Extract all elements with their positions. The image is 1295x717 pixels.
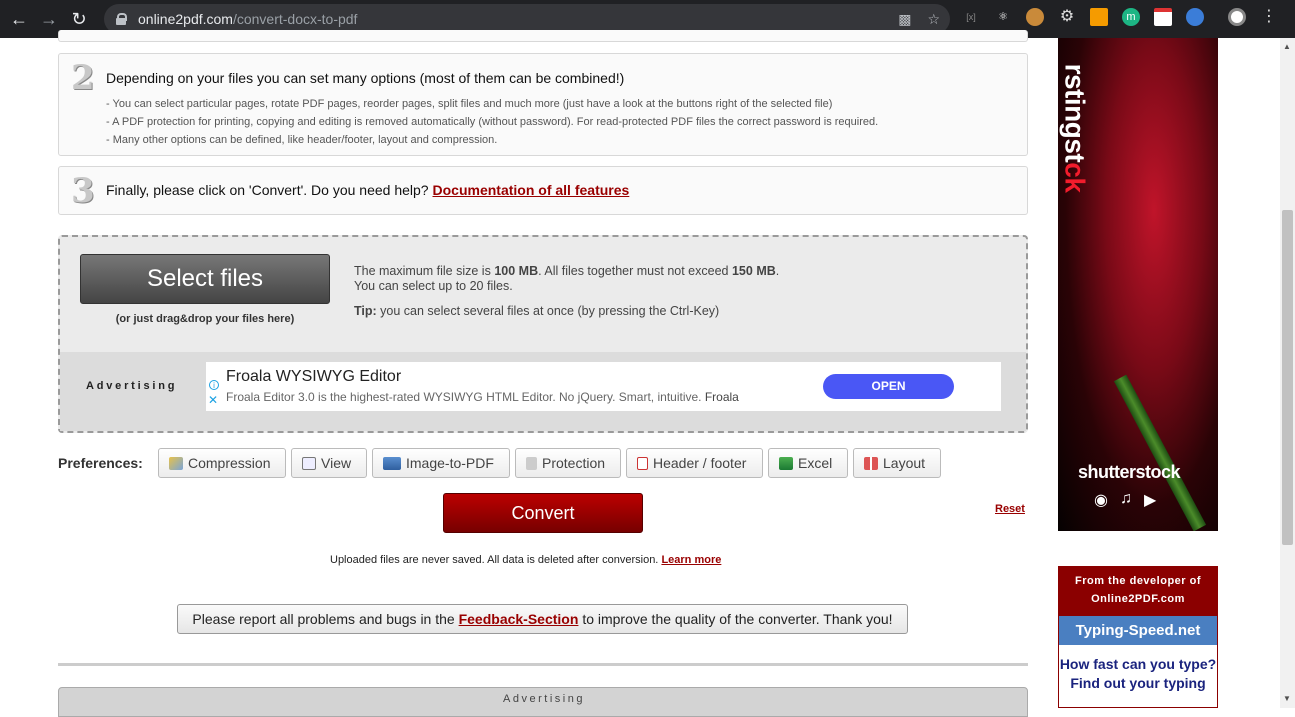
reload-icon[interactable]: ↻ [68,8,90,30]
step-3-box: 3 Finally, please click on 'Convert'. Do… [58,166,1028,215]
advertising-label: Advertising [503,693,585,705]
tip-info: Tip: you can select several files at onc… [354,304,720,318]
profile-avatar-icon[interactable] [1228,8,1246,26]
froala-ad[interactable]: i ✕ Froala WYSIWYG Editor Froala Editor … [206,362,1001,411]
protection-button[interactable]: Protection [515,448,621,478]
cookie-icon[interactable] [1026,8,1044,26]
feedback-section-link[interactable]: Feedback-Section [459,611,579,627]
preferences-label: Preferences: [58,455,143,471]
music-note-icon: ♫ [1119,490,1132,507]
select-files-button[interactable]: Select files [80,254,330,304]
step-2-box: 2 Depending on your files you can set ma… [58,53,1028,156]
step-detail-line: - Many other options can be defined, lik… [106,134,498,146]
learn-more-link[interactable]: Learn more [661,554,721,566]
step-number: 2 [71,58,95,98]
documentation-link[interactable]: Documentation of all features [433,182,630,198]
ad-close-icon[interactable]: ✕ [208,393,218,407]
file-count-info: You can select up to 20 files. [354,279,513,293]
scrollbar-thumb[interactable] [1282,210,1293,545]
url-text: online2pdf.com/convert-docx-to-pdf [138,11,358,27]
image-icon [383,456,401,470]
notes-icon[interactable] [1154,8,1172,26]
scroll-up-arrow-icon[interactable]: ▲ [1283,42,1291,51]
react-icon[interactable]: ⚛ [994,8,1012,26]
excel-icon [779,456,793,470]
back-arrow-icon[interactable]: ← [8,8,30,30]
developer-heading: From the developer of Online2PDF.com [1059,567,1217,616]
translate-icon[interactable]: ▩ [898,11,911,28]
excel-button[interactable]: Excel [768,448,848,478]
lock-icon [526,456,537,470]
view-button[interactable]: View [291,448,367,478]
layout-button[interactable]: Layout [853,448,941,478]
forward-arrow-icon[interactable]: → [38,8,60,30]
step-heading-text: Finally, please click on 'Convert'. Do y… [106,182,429,198]
shutterstock-ad[interactable]: rstingstck shutterstock ◉ ♫ ▶ [1058,38,1218,531]
file-size-info: The maximum file size is 100 MB. All fil… [354,264,780,278]
step-detail-line: - A PDF protection for printing, copying… [106,116,879,128]
feedback-notice: Please report all problems and bugs in t… [177,604,908,634]
lock-icon [116,13,127,25]
developer-promo[interactable]: From the developer of Online2PDF.com Typ… [1058,566,1218,708]
bookmark-star-icon[interactable]: ☆ [927,11,940,28]
step-number: 3 [71,171,95,211]
extension-icon[interactable]: [x] [962,8,980,26]
chart-icon[interactable] [1090,8,1108,26]
typing-speed-site[interactable]: Typing-Speed.net [1059,616,1217,645]
ad-title[interactable]: Froala WYSIWYG Editor [226,368,401,386]
typing-question: How fast can you type? Find out your typ… [1059,656,1217,691]
layout-grid-icon [864,456,878,470]
compression-icon [169,456,183,470]
menu-dots-icon[interactable]: ⋮ [1260,8,1278,26]
ad-info-icon[interactable]: i [209,380,219,390]
header-footer-button[interactable]: Header / footer [626,448,763,478]
m-extension-icon[interactable]: m [1122,8,1140,26]
extensions-bar: [x] ⚛ ⚙ m ⋮ [962,8,1278,26]
image-to-pdf-button[interactable]: Image-to-PDF [372,448,510,478]
inline-ad-band: Advertising i ✕ Froala WYSIWYG Editor Fr… [60,352,1026,431]
scroll-down-arrow-icon[interactable]: ▼ [1283,694,1291,703]
gear-icon[interactable]: ⚙ [1058,8,1076,26]
compression-button[interactable]: Compression [158,448,286,478]
step-1-box [58,30,1028,42]
media-icons: ◉ ♫ ▶ [1094,490,1156,510]
reset-link[interactable]: Reset [995,503,1025,515]
camera-icon: ◉ [1094,492,1108,509]
globe-icon[interactable] [1186,8,1204,26]
vertical-brand-text: rstingstck [1059,63,1091,193]
ad-description: Froala Editor 3.0 is the highest-rated W… [226,390,739,404]
step-detail-line: - You can select particular pages, rotat… [106,98,833,110]
divider [58,663,1028,666]
step-heading: Finally, please click on 'Convert'. Do y… [106,182,629,198]
play-icon: ▶ [1143,492,1157,509]
upload-dropzone[interactable]: Select files (or just drag&drop your fil… [58,235,1028,433]
shutterstock-logo: shutterstock [1078,462,1181,482]
convert-button[interactable]: Convert [443,493,643,533]
ad-open-button[interactable]: OPEN [823,374,954,399]
document-icon [637,456,648,470]
magnifier-icon [302,456,316,470]
drag-drop-hint: (or just drag&drop your files here) [115,313,295,325]
privacy-note: Uploaded files are never saved. All data… [330,554,722,566]
step-heading: Depending on your files you can set many… [106,70,625,86]
bottom-ad-banner: Advertising [58,687,1028,717]
advertising-label: Advertising [86,380,178,392]
